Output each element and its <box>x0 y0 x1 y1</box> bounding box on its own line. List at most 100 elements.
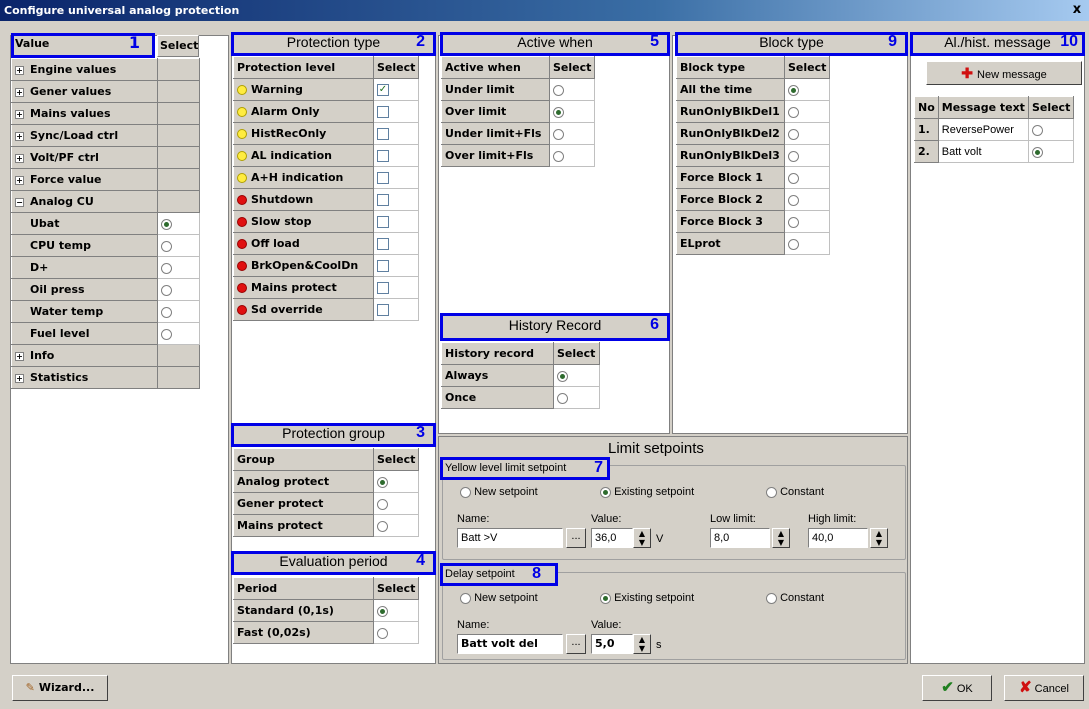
table-row[interactable]: Force Block 3 <box>676 210 831 233</box>
table-row[interactable]: Fast (0,02s) <box>233 621 420 644</box>
row-label[interactable]: Over limit <box>441 100 550 123</box>
row-label[interactable]: Force Block 1 <box>676 166 785 189</box>
radio-button[interactable] <box>377 476 388 488</box>
radio-button[interactable] <box>161 284 172 296</box>
table-row[interactable]: Under limit <box>441 78 596 101</box>
value-tree-label[interactable]: + Sync/Load ctrl <box>11 124 158 147</box>
table-row[interactable]: All the time <box>676 78 831 101</box>
row-label[interactable]: RunOnlyBlkDel3 <box>676 144 785 167</box>
value-tree-row[interactable]: + Gener values <box>11 80 200 103</box>
delay-existing-setpoint-option[interactable]: Existing setpoint <box>600 592 694 604</box>
table-row[interactable]: HistRecOnly <box>233 122 420 145</box>
radio-button[interactable] <box>788 216 799 228</box>
row-label[interactable]: Once <box>441 386 554 409</box>
table-row[interactable]: RunOnlyBlkDel3 <box>676 144 831 167</box>
yellow-low-limit-field[interactable]: 8,0 <box>710 528 770 548</box>
select-cell[interactable] <box>372 210 420 233</box>
expand-icon[interactable]: + <box>15 131 24 141</box>
yellow-low-limit-spinner[interactable]: ▲ ▼ <box>772 528 790 548</box>
delay-browse-button[interactable]: ... <box>566 634 586 654</box>
select-cell[interactable] <box>372 276 420 299</box>
select-cell[interactable] <box>553 386 600 409</box>
select-cell[interactable] <box>372 492 420 515</box>
message-text[interactable]: Batt volt <box>937 140 1029 163</box>
radio-button[interactable] <box>377 498 388 510</box>
row-label[interactable]: Standard (0,1s) <box>233 599 374 622</box>
row-label[interactable]: All the time <box>676 78 785 101</box>
value-tree-label[interactable]: + Statistics <box>11 366 158 389</box>
select-cell[interactable] <box>783 122 831 145</box>
yellow-constant-option[interactable]: Constant <box>766 486 824 498</box>
value-tree-label[interactable]: CPU temp <box>11 234 158 257</box>
table-row[interactable]: Standard (0,1s) <box>233 599 420 622</box>
row-label[interactable]: Sd override <box>233 298 374 321</box>
radio-button[interactable] <box>1031 124 1043 136</box>
select-cell[interactable] <box>372 232 420 255</box>
message-text[interactable]: ReversePower <box>937 118 1029 141</box>
table-row[interactable]: Alarm Only <box>233 100 420 123</box>
checkbox[interactable] <box>377 260 389 272</box>
value-select-cell[interactable] <box>157 124 200 147</box>
radio-button[interactable] <box>161 218 172 230</box>
delay-new-setpoint-option[interactable]: New setpoint <box>460 592 538 604</box>
checkbox[interactable] <box>377 172 389 184</box>
radio-button[interactable] <box>1031 146 1043 158</box>
select-cell[interactable] <box>1027 118 1075 141</box>
value-select-cell[interactable] <box>157 212 200 235</box>
yellow-value-spinner[interactable]: ▲ ▼ <box>633 528 651 548</box>
table-row[interactable]: Mains protect <box>233 276 420 299</box>
table-row[interactable]: Slow stop <box>233 210 420 233</box>
select-cell[interactable] <box>372 122 420 145</box>
row-label[interactable]: Fast (0,02s) <box>233 621 374 644</box>
select-cell[interactable] <box>548 144 596 167</box>
row-label[interactable]: RunOnlyBlkDel2 <box>676 122 785 145</box>
table-row[interactable]: Over limit+Fls <box>441 144 596 167</box>
value-tree-row[interactable]: + Force value <box>11 168 200 191</box>
value-tree-row[interactable]: + Info <box>11 344 200 367</box>
row-label[interactable]: Under limit+Fls <box>441 122 550 145</box>
close-icon[interactable]: x <box>1069 2 1085 18</box>
table-row[interactable]: ELprot <box>676 232 831 255</box>
wizard-button[interactable]: ✎ Wizard... <box>12 675 108 701</box>
value-select-cell[interactable] <box>157 366 200 389</box>
value-select-cell[interactable] <box>157 80 200 103</box>
select-cell[interactable] <box>783 232 831 255</box>
radio-button[interactable] <box>557 370 568 382</box>
radio-button[interactable] <box>788 238 799 250</box>
table-row[interactable]: Force Block 1 <box>676 166 831 189</box>
table-row[interactable]: Gener protect <box>233 492 420 515</box>
value-tree-label[interactable]: D+ <box>11 256 158 279</box>
select-cell[interactable] <box>783 144 831 167</box>
value-tree-label[interactable]: + Info <box>11 344 158 367</box>
radio-button[interactable] <box>161 306 172 318</box>
table-row[interactable]: Shutdown <box>233 188 420 211</box>
select-cell[interactable] <box>372 188 420 211</box>
radio-button[interactable] <box>377 605 388 617</box>
radio-button[interactable] <box>788 194 799 206</box>
row-label[interactable]: HistRecOnly <box>233 122 374 145</box>
yellow-name-field[interactable]: Batt >V <box>457 528 563 548</box>
row-label[interactable]: BrkOpen&CoolDn <box>233 254 374 277</box>
yellow-browse-button[interactable]: ... <box>566 528 586 548</box>
select-cell[interactable] <box>372 621 420 644</box>
radio-button[interactable] <box>788 150 799 162</box>
value-tree-label[interactable]: + Force value <box>11 168 158 191</box>
checkbox[interactable] <box>377 194 389 206</box>
checkbox[interactable]: ✓ <box>377 84 389 96</box>
select-cell[interactable] <box>372 470 420 493</box>
radio-button[interactable] <box>377 520 388 532</box>
select-cell[interactable] <box>548 78 596 101</box>
value-select-cell[interactable] <box>157 102 200 125</box>
table-row[interactable]: Over limit <box>441 100 596 123</box>
radio-button[interactable] <box>553 150 564 162</box>
radio-button[interactable] <box>161 262 172 274</box>
checkbox[interactable] <box>377 304 389 316</box>
row-label[interactable]: Mains protect <box>233 514 374 537</box>
select-cell[interactable] <box>372 144 420 167</box>
select-cell[interactable] <box>372 514 420 537</box>
row-label[interactable]: Alarm Only <box>233 100 374 123</box>
radio-button[interactable] <box>161 240 172 252</box>
cancel-button[interactable]: ✘ Cancel <box>1004 675 1084 701</box>
value-tree-label[interactable]: Oil press <box>11 278 158 301</box>
table-row[interactable]: 2. Batt volt <box>914 140 1075 163</box>
